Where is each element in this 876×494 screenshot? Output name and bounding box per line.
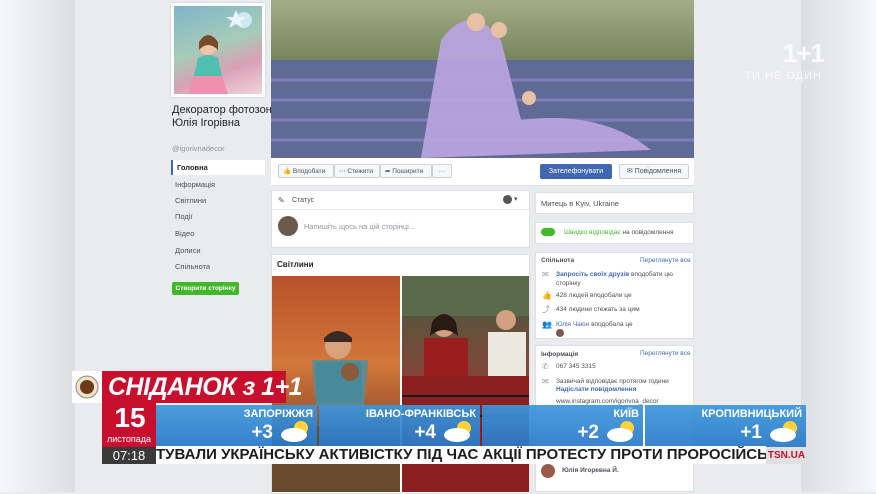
share-button[interactable]: ➦ Поширити — [380, 164, 432, 178]
cloud-sun-icon — [281, 421, 308, 442]
send-message-link[interactable]: Надіслати повідомлення — [556, 386, 636, 393]
thumbs-up-icon: 👍 — [542, 291, 552, 300]
left-background — [0, 0, 75, 492]
compose-input[interactable]: Напишіть щось на цій сторінці... — [304, 222, 415, 231]
nav-item-community[interactable]: Спільнота — [171, 259, 265, 274]
response-text: Швидко відповідає на повідомлення — [564, 229, 673, 236]
weather-temp: +2 — [577, 422, 599, 443]
response-suffix: на повідомлення — [622, 229, 674, 236]
avatar[interactable] — [541, 464, 555, 478]
divider — [271, 209, 530, 210]
response-fast: Швидко відповідає — [564, 229, 621, 236]
cover-photo[interactable] — [271, 0, 694, 158]
invite-friends-icon: ✉ — [542, 270, 549, 279]
channel-logo: 1+1 — [782, 38, 825, 68]
nav-item-events[interactable]: Події — [171, 209, 265, 224]
avatar — [278, 216, 298, 236]
follow-label: Стежити — [347, 168, 374, 175]
coffee-cup-icon — [72, 371, 102, 403]
weather-temp: +4 — [414, 422, 436, 443]
message-label: Повідомлення — [634, 168, 682, 175]
photos-title[interactable]: Світлини — [277, 260, 313, 269]
nav-item-posts[interactable]: Дописи — [171, 243, 265, 258]
like-button[interactable]: 👍 Вподобати — [278, 164, 334, 178]
phone-icon: ✆ — [542, 362, 549, 371]
cloud-sun-icon — [607, 421, 634, 442]
nav-item-home[interactable]: Головна — [171, 160, 265, 175]
nav-item-info[interactable]: Інформація — [171, 177, 265, 192]
info-title: Інформація — [541, 351, 579, 358]
friend-name-link[interactable]: Юлія Чаюн — [556, 321, 589, 328]
website-link[interactable]: www.instagram.com/igorivna_decor — [556, 398, 659, 405]
cloud-sun-icon — [770, 421, 797, 442]
like-label: Вподобати — [292, 168, 326, 175]
friend-avatar[interactable] — [556, 329, 564, 337]
share-label: Поширити — [392, 168, 424, 175]
channel-tagline: ТИ НЕ ОДИН — [744, 70, 822, 82]
messenger-icon: ✉ — [542, 377, 549, 386]
page-handle[interactable]: @igorivnadecor — [172, 144, 225, 153]
message-button[interactable]: ✉ Повідомлення — [619, 164, 689, 179]
status-tab[interactable]: Статус — [292, 197, 314, 204]
reply-note: Зазвичай відповідає протягом години — [556, 378, 669, 385]
weather-temp: +3 — [251, 422, 273, 443]
date-day: 15 — [114, 402, 146, 433]
friend-like-text: Юлія Чаюн вподобала це — [556, 321, 633, 328]
create-page-button[interactable]: Створити сторінку — [172, 282, 239, 295]
invite-friends-link[interactable]: Запросіть своїх друзів — [556, 271, 629, 278]
date-month: листопада — [107, 434, 151, 444]
invite-text: Запросіть своїх друзів вподобати цю — [556, 271, 686, 278]
weather-tile: ІВАНО-ФРАНКІВСЬК +4 — [319, 405, 480, 448]
profile-picture[interactable] — [171, 3, 265, 97]
chevron-down-icon[interactable]: ▾ — [514, 195, 518, 203]
follow-icon: ⤴ — [542, 305, 550, 314]
call-button[interactable]: Зателефонувати — [540, 164, 612, 179]
response-badge-icon — [541, 228, 555, 236]
show-title: СНІДАНОК з 1+1 — [108, 373, 303, 401]
community-title: Спільнота — [541, 257, 575, 264]
invite-line2: сторінку — [556, 280, 581, 287]
nav-item-videos[interactable]: Відео — [171, 226, 265, 241]
follow-button[interactable]: ⋯ Стежити — [334, 164, 380, 178]
likes-count: 428 людей вподобали це — [556, 292, 632, 299]
page-title: Декоратор фотозон Юлія Ігорівна — [172, 104, 272, 129]
community-see-all-link[interactable]: Переглянути все — [640, 257, 691, 264]
pencil-icon: ✎ — [278, 196, 285, 205]
more-button[interactable]: ··· — [432, 164, 452, 178]
category-location: Митець в Kyiv, Ukraine — [541, 199, 619, 208]
weather-tile: КИЇВ +2 — [482, 405, 643, 448]
phone-number[interactable]: 067 345 3315 — [556, 363, 596, 370]
weather-temp: +1 — [740, 422, 762, 443]
weather-tile: КРОПИВНИЦЬКИЙ +1 — [645, 405, 806, 448]
posting-as-avatar[interactable] — [503, 195, 512, 204]
friends-icon: 👥 — [542, 320, 552, 329]
news-site-label: TSN.UA — [766, 447, 807, 464]
clock-time: 07:18 — [112, 448, 146, 463]
weather-tile: ЗАПОРІЖЖЯ +3 — [156, 405, 317, 448]
follows-count: 434 людини стежать за цим — [556, 306, 640, 313]
nav-item-photos[interactable]: Світлини — [171, 193, 265, 208]
info-see-all-link[interactable]: Переглянути все — [640, 350, 691, 357]
person-name[interactable]: Юлія Игоревна Й. — [562, 467, 619, 474]
friend-suffix: вподобала це — [591, 321, 633, 328]
ticker-text: ТУВАЛИ УКРАЇНСЬКУ АКТИВІСТКУ ПІД ЧАС АКЦ… — [156, 446, 766, 463]
invite-suffix: вподобати цю — [631, 271, 673, 278]
cloud-sun-icon — [444, 421, 471, 442]
